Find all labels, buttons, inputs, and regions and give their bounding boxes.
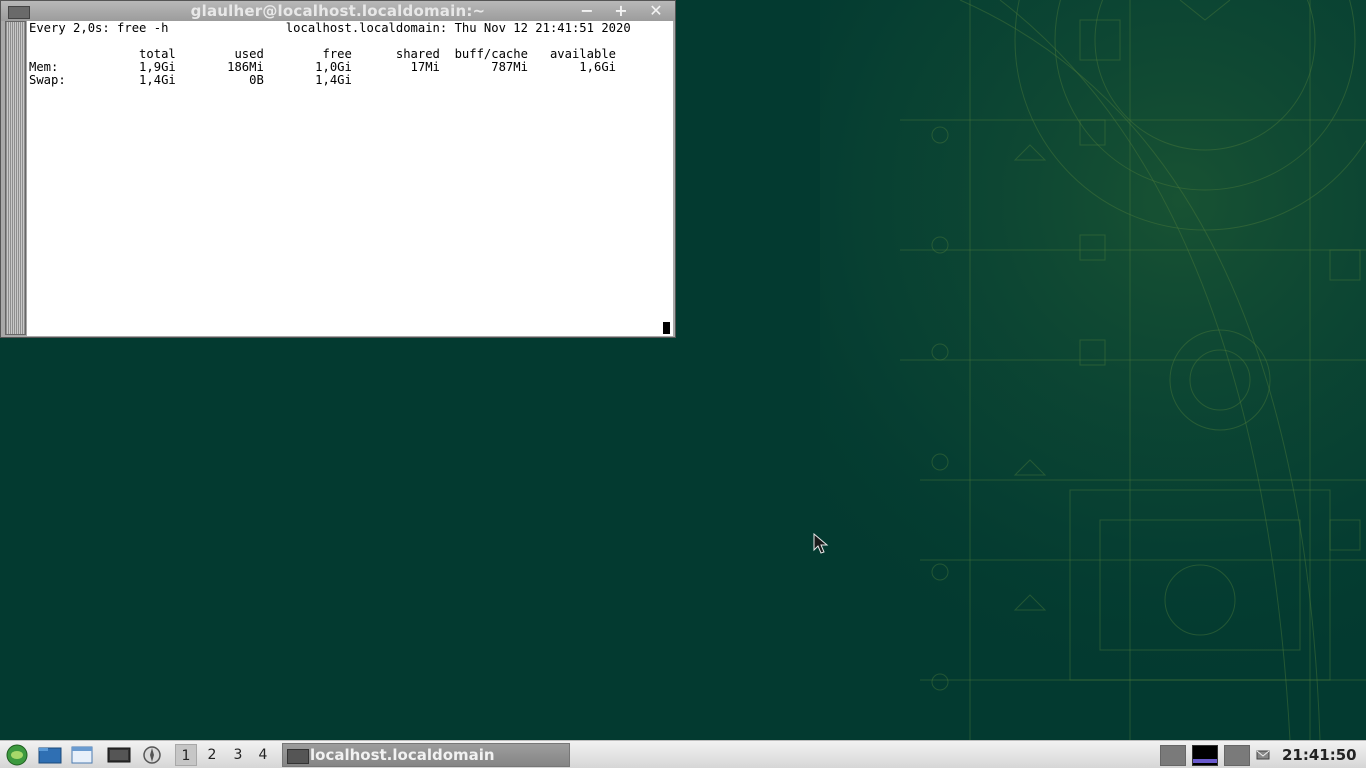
taskbar-window-button[interactable]: localhost.localdomain [282, 743, 570, 767]
terminal-line: Swap: 1,4Gi 0B 1,4Gi [29, 73, 352, 87]
window-title: glaulher@localhost.localdomain:~ [190, 2, 486, 20]
terminal-window-icon [287, 749, 309, 764]
terminal-window[interactable]: glaulher@localhost.localdomain:~ − + ✕ E… [0, 0, 676, 338]
taskbar-window-label: localhost.localdomain [310, 746, 495, 764]
terminal-icon[interactable] [107, 745, 131, 765]
close-button[interactable]: ✕ [646, 2, 666, 20]
pager-desktop-cell[interactable] [1224, 745, 1250, 766]
maximize-button[interactable]: + [611, 2, 631, 20]
pager-desktop-cell[interactable] [1160, 745, 1186, 766]
browser-icon[interactable] [140, 745, 164, 765]
terminal-area[interactable]: Every 2,0s: free -h localhost.localdomai… [27, 21, 673, 336]
show-desktop-icon[interactable] [70, 745, 94, 765]
window-titlebar[interactable]: glaulher@localhost.localdomain:~ − + ✕ [1, 1, 675, 21]
desktop-1-button[interactable]: 1 [175, 744, 197, 766]
network-icon[interactable] [1256, 749, 1270, 761]
desktop-4-button[interactable]: 4 [252, 744, 274, 766]
desktop-3-button[interactable]: 3 [227, 744, 249, 766]
terminal-line: Mem: 1,9Gi 186Mi 1,0Gi 17Mi 787Mi 1,6Gi [29, 60, 616, 74]
mouse-pointer-icon [813, 533, 829, 554]
minimize-button[interactable]: − [577, 2, 597, 20]
terminal-line: Every 2,0s: free -h localhost.localdomai… [29, 21, 631, 35]
file-manager-icon[interactable] [38, 745, 62, 765]
taskbar: 1 2 3 4 localhost.localdomain 21:41:50 [0, 740, 1366, 768]
terminal-output: Every 2,0s: free -h localhost.localdomai… [29, 22, 631, 87]
taskbar-clock[interactable]: 21:41:50 [1282, 746, 1357, 764]
terminal-cursor [663, 322, 670, 334]
menu-icon[interactable] [3, 744, 31, 766]
terminal-line: total used free shared buff/cache availa… [29, 47, 616, 61]
pager-active-desktop-cell[interactable] [1192, 745, 1218, 766]
desktop-2-button[interactable]: 2 [201, 744, 223, 766]
pager-window-marker [1193, 759, 1217, 763]
terminal-scrollbar[interactable] [5, 21, 26, 335]
